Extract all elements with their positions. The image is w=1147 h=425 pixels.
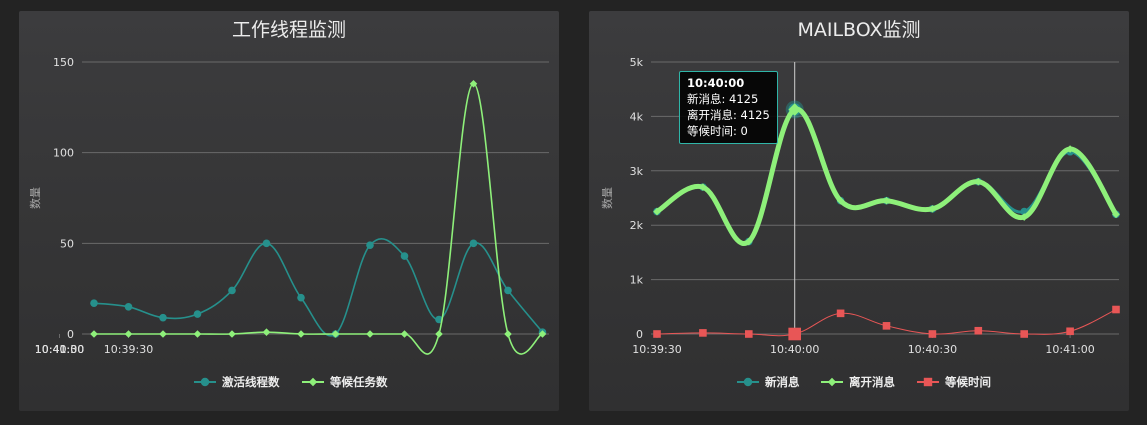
data-point [366, 241, 374, 249]
data-point [297, 293, 305, 302]
y-tick-label: 4k [630, 110, 644, 123]
data-point [836, 309, 845, 318]
thread-monitor-svg: 工作线程监测数量05010015010:39:3010:40:0010:40:3… [29, 19, 549, 389]
y-tick-label: 2k [630, 219, 644, 232]
data-point [435, 330, 443, 338]
mailbox-monitor-chart: MAILBOX监测 数量 0 1k 2k 3k 4k 5k 10:39:30 10:40:00 10… [589, 11, 1129, 411]
data-point [928, 330, 937, 338]
data-point [400, 252, 409, 260]
data-point [504, 286, 512, 295]
legend-label: 等候任务数 [329, 375, 388, 389]
legend-marker [923, 377, 933, 387]
data-point [297, 330, 305, 338]
x-tick-label: 10:39:30 [104, 343, 153, 356]
data-point [400, 330, 409, 338]
data-point [90, 330, 98, 338]
y-tick-label: 100 [53, 147, 74, 160]
thread-monitor-chart: 工作线程监测 数量 0 50 100 150 10:39:30 10:40:00 10:40:3… [19, 11, 559, 411]
y-tick-label: 3k [630, 165, 644, 178]
x-tick-label: 10:39:30 [632, 343, 681, 356]
data-point [974, 326, 983, 335]
x-tick-label: 10:41:30 [35, 343, 84, 356]
chart-title: MAILBOX监测 [797, 19, 920, 41]
data-point [159, 313, 167, 322]
data-point [193, 310, 202, 318]
y-tick-label: 5k [630, 56, 644, 69]
legend-marker [200, 377, 210, 387]
y-tick-label: 50 [60, 237, 74, 250]
y-tick-label: 0 [636, 328, 643, 341]
data-point [788, 327, 801, 341]
chart-title: 工作线程监测 [232, 19, 346, 41]
data-point [1020, 330, 1028, 338]
data-point [745, 330, 753, 338]
x-tick-label: 10:40:30 [908, 343, 957, 356]
data-point [504, 330, 512, 338]
tooltip-line-leaving: 离开消息: 4125 [687, 108, 770, 122]
data-point [90, 299, 98, 307]
data-point [262, 239, 271, 248]
y-axis-label: 数量 [29, 187, 42, 209]
legend-label: 等候时间 [944, 375, 991, 389]
tooltip-time: 10:40:00 [687, 76, 745, 90]
data-point [653, 330, 661, 338]
y-tick-label: 0 [67, 328, 74, 341]
series-line [93, 238, 544, 337]
data-point [469, 239, 478, 248]
series-line [94, 82, 543, 355]
data-point [228, 330, 236, 338]
y-tick-label: 150 [53, 56, 74, 69]
data-point [882, 322, 891, 330]
mailbox-monitor-svg: MAILBOX监测数量01k2k3k4k5k10:39:30 10:40:00 10… [601, 19, 1120, 389]
legend-marker [827, 377, 837, 387]
legend-label: 激活线程数 [222, 375, 280, 389]
x-tick-label: 10:40:00 [770, 343, 819, 356]
legend-marker [743, 377, 753, 387]
data-point [366, 330, 374, 338]
legend-marker [308, 377, 318, 387]
tooltip-line-waiting: 等候时间: 0 [687, 124, 748, 138]
data-point [124, 303, 133, 311]
data-point [159, 330, 167, 338]
x-tick-label: 10:41:00 [1045, 343, 1094, 356]
y-axis-label: 数量 [601, 187, 614, 209]
legend-label: 离开消息 [849, 375, 895, 389]
data-point [1112, 305, 1120, 314]
data-point [124, 330, 133, 338]
tooltip-line-new: 新消息: 4125 [687, 92, 759, 106]
data-point [699, 329, 707, 337]
data-point [1066, 327, 1074, 336]
y-tick-label: 1k [630, 274, 644, 287]
legend-label: 新消息 [765, 375, 800, 389]
data-point [193, 330, 202, 338]
data-point [228, 286, 236, 295]
data-point [262, 328, 271, 336]
chart-tooltip: 10:40:00 新消息: 4125 离开消息: 4125 等候时间: 0 [679, 71, 778, 144]
